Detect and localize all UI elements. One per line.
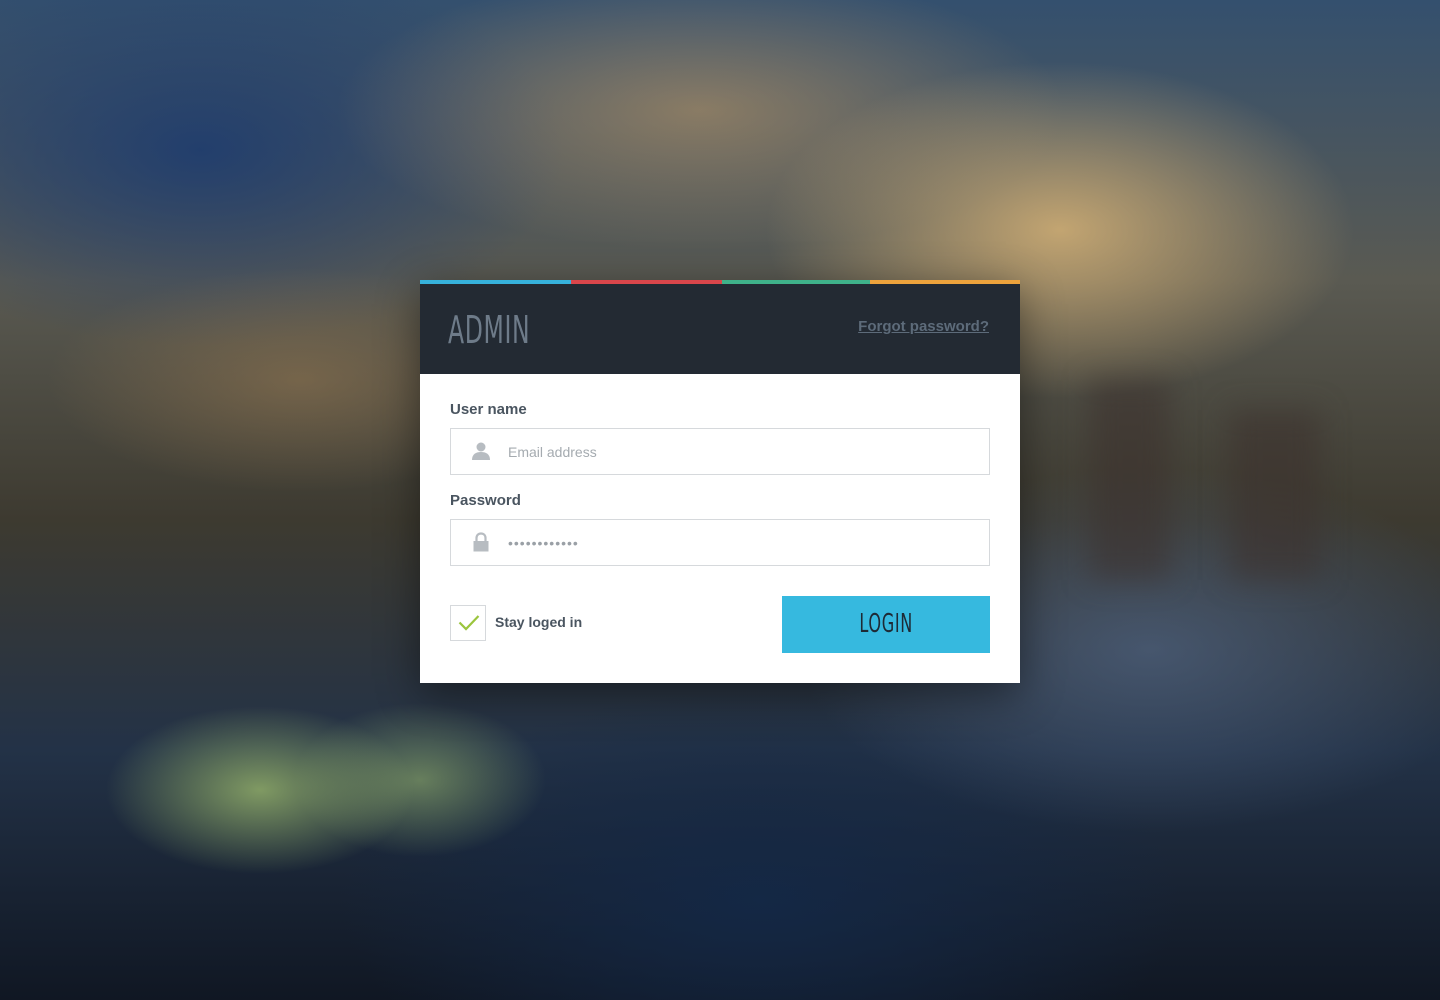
stay-logged-in-checkbox[interactable] bbox=[450, 605, 486, 641]
page-title: ADMIN bbox=[448, 308, 531, 352]
background-building bbox=[1090, 380, 1170, 580]
login-card: ADMIN Forgot password? User name Passwor… bbox=[420, 280, 1020, 683]
login-button-label: LOGIN bbox=[859, 609, 913, 639]
background-building bbox=[1230, 410, 1320, 580]
card-header: ADMIN Forgot password? bbox=[420, 284, 1020, 374]
checkmark-icon bbox=[458, 615, 480, 631]
login-button[interactable]: LOGIN bbox=[782, 596, 990, 653]
lock-icon bbox=[471, 532, 491, 552]
username-label: User name bbox=[450, 401, 527, 418]
password-label: Password bbox=[450, 492, 521, 509]
user-icon bbox=[471, 441, 491, 461]
password-input[interactable] bbox=[508, 520, 968, 565]
forgot-password-link[interactable]: Forgot password? bbox=[858, 318, 989, 335]
password-field[interactable] bbox=[450, 519, 990, 566]
stay-logged-in-label: Stay loged in bbox=[495, 614, 583, 630]
username-input[interactable] bbox=[508, 429, 968, 474]
username-field[interactable] bbox=[450, 428, 990, 475]
